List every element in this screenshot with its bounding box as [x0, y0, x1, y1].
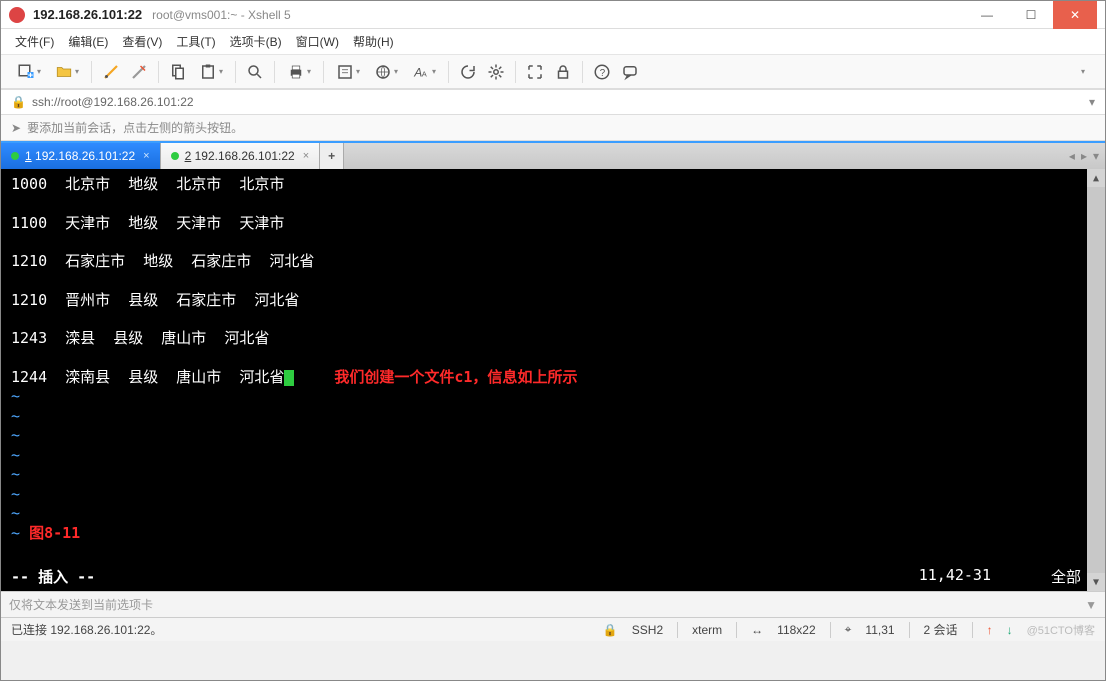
paste-icon[interactable]: ▾: [193, 59, 229, 85]
tab-menu-icon[interactable]: ▾: [1093, 149, 1099, 163]
terminal[interactable]: 1000 北京市 地级 北京市 北京市 1100 天津市 地级 天津市 天津市 …: [1, 169, 1105, 591]
vim-status-line: -- 插入 -- 11,42-31 全部: [11, 566, 1081, 587]
sendbar-dropdown-icon[interactable]: ▼: [1085, 598, 1097, 612]
title-sub: root@vms001:~ - Xshell 5: [152, 8, 291, 22]
new-session-icon[interactable]: ▾: [11, 59, 47, 85]
sendbar-placeholder: 仅将文本发送到当前选项卡: [9, 596, 153, 613]
maximize-button[interactable]: ☐: [1009, 1, 1053, 29]
refresh-icon[interactable]: [455, 59, 481, 85]
search-icon[interactable]: [242, 59, 268, 85]
minimize-button[interactable]: —: [965, 1, 1009, 29]
terminal-line: 1244 滦南县 县级 唐山市 河北省我们创建一个文件c1，信息如上所示: [11, 368, 1095, 388]
menu-tools[interactable]: 工具(T): [176, 33, 215, 50]
status-dot-icon: [171, 152, 179, 160]
terminal-tilde: ~: [11, 426, 1095, 446]
download-arrow-icon: ↓: [1007, 623, 1013, 637]
status-protocol: SSH2: [632, 623, 663, 637]
hint-arrow-icon[interactable]: ➤: [11, 121, 21, 135]
titlebar: 192.168.26.101:22 root@vms001:~ - Xshell…: [1, 1, 1105, 29]
reconnect-icon[interactable]: [98, 59, 124, 85]
status-size-icon: ↔: [751, 623, 763, 637]
terminal-line: 1210 晋州市 县级 石家庄市 河北省: [11, 291, 1095, 311]
statusbar: 已连接 192.168.26.101:22。 🔒 SSH2 xterm ↔ 11…: [1, 617, 1105, 641]
terminal-tilde: ~: [11, 465, 1095, 485]
menu-tabs[interactable]: 选项卡(B): [230, 33, 282, 50]
tab-close-icon[interactable]: ×: [143, 150, 149, 162]
close-button[interactable]: ✕: [1053, 1, 1097, 29]
open-icon[interactable]: ▾: [49, 59, 85, 85]
tab-scroll-left-icon[interactable]: ◂: [1069, 149, 1075, 163]
status-term: xterm: [692, 623, 722, 637]
terminal-tilde: ~: [11, 485, 1095, 505]
help-icon[interactable]: ?: [589, 59, 615, 85]
vim-mode: -- 插入 --: [11, 566, 95, 587]
app-icon: [9, 7, 25, 23]
tab-scroll-right-icon[interactable]: ▸: [1081, 149, 1087, 163]
web-icon[interactable]: ▾: [368, 59, 404, 85]
terminal-line: 1243 滦县 县级 唐山市 河北省: [11, 329, 1095, 349]
scroll-thumb[interactable]: [1087, 187, 1105, 573]
print-icon[interactable]: ▾: [281, 59, 317, 85]
cursor: [284, 370, 294, 386]
session-tab-2[interactable]: 2 192.168.26.101:22 ×: [161, 143, 321, 169]
scrollbar[interactable]: ▲ ▼: [1087, 169, 1105, 591]
addressbar[interactable]: 🔒 ssh://root@192.168.26.101:22 ▾: [1, 89, 1105, 115]
toolbar-overflow-icon[interactable]: ▾: [1069, 59, 1095, 85]
add-tab-button[interactable]: +: [320, 143, 344, 169]
gear-icon[interactable]: [483, 59, 509, 85]
tabstrip: 1 192.168.26.101:22 × 2 192.168.26.101:2…: [1, 141, 1105, 169]
figure-label: 图8-11: [29, 524, 80, 542]
menu-help[interactable]: 帮助(H): [353, 33, 394, 50]
chat-icon[interactable]: [617, 59, 643, 85]
hint-text: 要添加当前会话，点击左侧的箭头按钮。: [27, 119, 243, 136]
terminal-line: 1100 天津市 地级 天津市 天津市: [11, 214, 1095, 234]
watermark: @51CTO博客: [1027, 622, 1095, 638]
fullscreen-icon[interactable]: [522, 59, 548, 85]
status-size: 118x22: [777, 623, 815, 637]
font-icon[interactable]: AA▾: [406, 59, 442, 85]
copy-icon[interactable]: [165, 59, 191, 85]
menu-file[interactable]: 文件(F): [15, 33, 54, 50]
menubar: 文件(F) 编辑(E) 查看(V) 工具(T) 选项卡(B) 窗口(W) 帮助(…: [1, 29, 1105, 55]
toolbar: ▾ ▾ ▾ ▾ ▾ ▾ AA▾ ? ▾: [1, 55, 1105, 89]
tab-close-icon[interactable]: ×: [303, 150, 309, 162]
svg-text:A: A: [422, 69, 427, 78]
menu-window[interactable]: 窗口(W): [296, 33, 339, 50]
status-dot-icon: [11, 152, 19, 160]
sendbar[interactable]: 仅将文本发送到当前选项卡 ▼: [1, 591, 1105, 617]
addressbar-lock-icon: 🔒: [11, 95, 26, 109]
upload-arrow-icon: ↑: [987, 623, 993, 637]
scroll-down-icon[interactable]: ▼: [1087, 573, 1105, 591]
status-cursor-icon: ⌖: [845, 622, 852, 637]
terminal-tilde: ~: [11, 387, 1095, 407]
menu-view[interactable]: 查看(V): [122, 33, 162, 50]
properties-icon[interactable]: ▾: [330, 59, 366, 85]
title-host: 192.168.26.101:22: [33, 7, 142, 22]
terminal-tilde: ~: [11, 504, 1095, 524]
svg-text:A: A: [413, 65, 422, 79]
status-connected: 已连接 192.168.26.101:22。: [11, 621, 162, 638]
addressbar-dropdown-icon[interactable]: ▾: [1089, 95, 1095, 109]
terminal-line: 1210 石家庄市 地级 石家庄市 河北省: [11, 252, 1095, 272]
terminal-line: 1000 北京市 地级 北京市 北京市: [11, 175, 1095, 195]
disconnect-icon[interactable]: [126, 59, 152, 85]
status-ssh-icon: 🔒: [603, 623, 618, 637]
terminal-tilde: ~: [11, 407, 1095, 427]
annotation-text: 我们创建一个文件c1，信息如上所示: [334, 368, 577, 386]
addressbar-url: ssh://root@192.168.26.101:22: [32, 95, 194, 109]
status-sessions: 2 会话: [924, 621, 958, 638]
lock-icon[interactable]: [550, 59, 576, 85]
menu-edit[interactable]: 编辑(E): [68, 33, 108, 50]
session-tab-1[interactable]: 1 192.168.26.101:22 ×: [1, 143, 161, 169]
status-cursor: 11,31: [865, 623, 894, 637]
hintbar: ➤ 要添加当前会话，点击左侧的箭头按钮。: [1, 115, 1105, 141]
scroll-up-icon[interactable]: ▲: [1087, 169, 1105, 187]
svg-text:?: ?: [600, 67, 606, 78]
vim-scope: 全部: [1051, 566, 1081, 587]
terminal-tilde: ~ 图8-11: [11, 524, 1095, 544]
terminal-tilde: ~: [11, 446, 1095, 466]
vim-position: 11,42-31: [919, 566, 991, 587]
